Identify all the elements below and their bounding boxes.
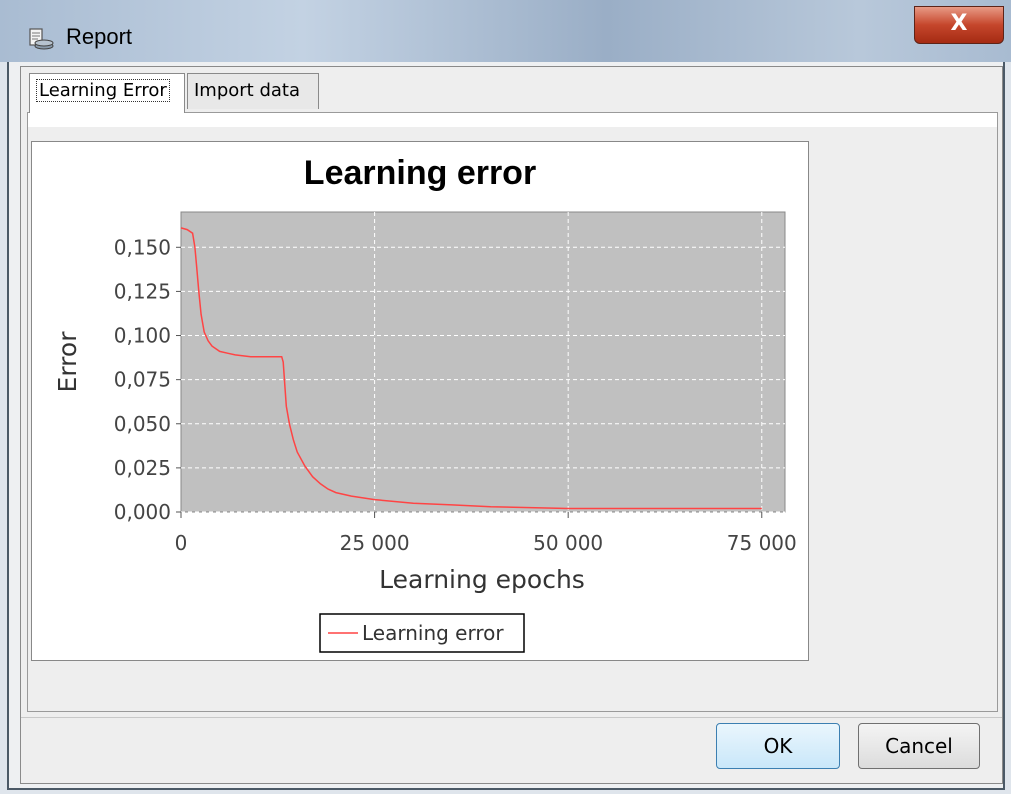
x-tick-label: 0 bbox=[175, 531, 188, 555]
ok-button[interactable]: OK bbox=[716, 723, 840, 769]
cancel-button[interactable]: Cancel bbox=[858, 723, 980, 769]
y-tick-label: 0,050 bbox=[114, 412, 171, 436]
chart-title: Learning error bbox=[304, 154, 536, 192]
dialog-content: Learning Error Import data Learning erro… bbox=[20, 66, 1003, 784]
tab-import-data[interactable]: Import data bbox=[187, 73, 319, 109]
button-bar-separator bbox=[21, 717, 1002, 718]
legend-label: Learning error bbox=[362, 621, 504, 645]
x-tick-label: 25 000 bbox=[340, 531, 410, 555]
tab-panel-header bbox=[28, 113, 997, 127]
report-icon bbox=[29, 28, 54, 50]
y-tick-label: 0,025 bbox=[114, 456, 171, 480]
y-axis-label: Error bbox=[53, 331, 82, 393]
close-button[interactable]: X bbox=[914, 6, 1004, 44]
close-icon: X bbox=[950, 11, 968, 36]
window-titlebar[interactable]: Report bbox=[0, 0, 1011, 62]
y-tick-label: 0,000 bbox=[114, 500, 171, 524]
x-tick-label: 50 000 bbox=[533, 531, 603, 555]
learning-error-chart: Learning error 0,000 0,025 0,050 0,075 0,100 0… bbox=[53, 154, 797, 653]
tab-learning-error-label: Learning Error bbox=[36, 79, 170, 102]
y-tick-label: 0,125 bbox=[114, 279, 171, 303]
plot-area bbox=[180, 211, 786, 513]
x-tick-label: 75 000 bbox=[727, 531, 797, 555]
y-tick-label: 0,075 bbox=[114, 368, 171, 392]
tab-import-data-label: Import data bbox=[194, 80, 301, 101]
y-tick-label: 0,100 bbox=[114, 324, 171, 348]
tab-learning-error[interactable]: Learning Error bbox=[29, 73, 185, 113]
y-tick-label: 0,150 bbox=[114, 235, 171, 259]
tab-panel: Learning error 0,000 0,025 0,050 0,075 0,100 0… bbox=[27, 112, 998, 712]
x-axis-label: Learning epochs bbox=[379, 565, 585, 594]
window-title: Report bbox=[66, 24, 133, 49]
chart-panel: Learning error 0,000 0,025 0,050 0,075 0,100 0… bbox=[31, 141, 809, 661]
